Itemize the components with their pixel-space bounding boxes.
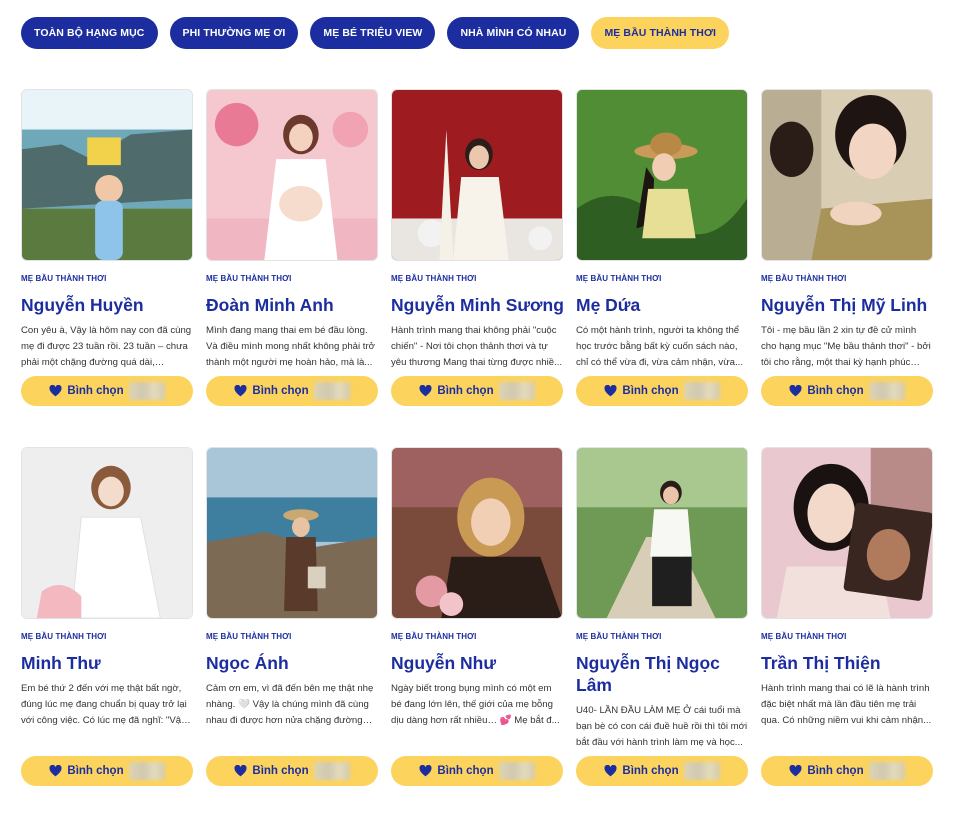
category-label: MẸ BẦU THÀNH THƠI bbox=[391, 274, 477, 283]
contestant-photo[interactable] bbox=[761, 89, 933, 261]
category-label: MẸ BẦU THÀNH THƠI bbox=[391, 632, 477, 641]
contestant-card: MẸ BẦU THÀNH THƠI Nguyễn Thị Mỹ Linh Tôi… bbox=[761, 89, 933, 425]
contestant-photo[interactable] bbox=[391, 447, 563, 619]
category-label: MẸ BẦU THÀNH THƠI bbox=[21, 632, 107, 641]
vote-count-blurred bbox=[683, 762, 720, 780]
contestant-card: MẸ BẦU THÀNH THƠI Nguyễn Minh Sương Hành… bbox=[391, 89, 566, 425]
heart-icon bbox=[49, 765, 62, 777]
contestant-photo[interactable] bbox=[21, 447, 193, 619]
contestant-description: Cảm ơn em, vì đã đến bên mẹ thật nhẹ nhà… bbox=[206, 683, 374, 726]
contestant-name[interactable]: Ngọc Ánh bbox=[206, 652, 381, 674]
contestant-card: MẸ BẦU THÀNH THƠI Trần Thị Thiện Hành tr… bbox=[761, 447, 936, 786]
vote-button[interactable]: Bình chọn bbox=[21, 376, 193, 406]
category-label: MẸ BẦU THÀNH THƠI bbox=[21, 274, 107, 283]
contestant-photo[interactable] bbox=[391, 89, 563, 261]
vote-button[interactable]: Bình chọn bbox=[391, 376, 563, 406]
category-label: MẸ BẦU THÀNH THƠI bbox=[576, 274, 662, 283]
contestant-name[interactable]: Mẹ Dứa bbox=[576, 294, 751, 316]
contestant-description: U40- LẦN ĐẦU LÀM MẸ Ở cái tuổi mà bạn bè… bbox=[576, 705, 748, 748]
category-label: MẸ BẦU THÀNH THƠI bbox=[206, 632, 292, 641]
contestant-grid: MẸ BẦU THÀNH THƠI Nguyễn Huyền Con yêu à… bbox=[21, 89, 936, 786]
contestant-photo[interactable] bbox=[206, 89, 378, 261]
vote-button[interactable]: Bình chọn bbox=[206, 756, 378, 786]
contestant-description: Hành trình mang thai không phải "cuộc ch… bbox=[391, 325, 563, 368]
contestant-photo[interactable] bbox=[576, 447, 748, 619]
contestant-description: Có một hành trình, người ta không thể họ… bbox=[576, 325, 743, 368]
vote-count-blurred bbox=[128, 762, 165, 780]
vote-label: Bình chọn bbox=[622, 385, 679, 397]
contestant-description: Hành trình mang thai có lẽ là hành trình… bbox=[761, 683, 932, 726]
heart-icon bbox=[49, 385, 62, 397]
tab-phi-thuong-me-oi[interactable]: PHI THƯỜNG MẸ ƠI bbox=[169, 17, 299, 49]
vote-count-blurred bbox=[498, 762, 535, 780]
vote-button[interactable]: Bình chọn bbox=[761, 376, 933, 406]
category-label: MẸ BẦU THÀNH THƠI bbox=[576, 632, 662, 641]
vote-label: Bình chọn bbox=[252, 385, 309, 397]
vote-button[interactable]: Bình chọn bbox=[391, 756, 563, 786]
contestant-description: Ngày biết trong bụng mình có một em bé đ… bbox=[391, 683, 560, 726]
vote-count-blurred bbox=[868, 382, 905, 400]
contestant-name[interactable]: Nguyễn Thị Mỹ Linh bbox=[761, 294, 936, 316]
contestant-card: MẸ BẦU THÀNH THƠI Nguyễn Huyền Con yêu à… bbox=[21, 89, 193, 425]
heart-icon bbox=[789, 765, 802, 777]
vote-button[interactable]: Bình chọn bbox=[576, 376, 748, 406]
contestant-card: MẸ BẦU THÀNH THƠI Nguyễn Như Ngày biết t… bbox=[391, 447, 566, 786]
vote-count-blurred bbox=[128, 382, 165, 400]
contestant-card: MẸ BẦU THÀNH THƠI Mẹ Dứa Có một hành trì… bbox=[576, 89, 748, 425]
category-label: MẸ BẦU THÀNH THƠI bbox=[206, 274, 292, 283]
contestant-name[interactable]: Minh Thư bbox=[21, 652, 196, 674]
vote-label: Bình chọn bbox=[807, 765, 864, 777]
category-label: MẸ BẦU THÀNH THƠI bbox=[761, 632, 847, 641]
contestant-card: MẸ BẦU THÀNH THƠI Minh Thư Em bé thứ 2 đ… bbox=[21, 447, 196, 786]
contestant-photo[interactable] bbox=[206, 447, 378, 619]
category-tabs: TOÀN BỘ HẠNG MỤC PHI THƯỜNG MẸ ƠI MẸ BÉ … bbox=[21, 17, 730, 49]
heart-icon bbox=[419, 765, 432, 777]
vote-label: Bình chọn bbox=[807, 385, 864, 397]
contestant-name[interactable]: Nguyễn Minh Sương bbox=[391, 294, 566, 316]
vote-button[interactable]: Bình chọn bbox=[21, 756, 193, 786]
tab-nha-minh-co-nhau[interactable]: NHÀ MÌNH CÓ NHAU bbox=[447, 17, 580, 49]
contestant-name[interactable]: Nguyễn Như bbox=[391, 652, 566, 674]
contestant-name[interactable]: Nguyễn Thị Ngọc Lâm bbox=[576, 652, 751, 696]
vote-button[interactable]: Bình chọn bbox=[576, 756, 748, 786]
contestant-description: Tôi - mẹ bầu lần 2 xin tự đề cử mình cho… bbox=[761, 325, 931, 368]
vote-label: Bình chọn bbox=[437, 385, 494, 397]
heart-icon bbox=[604, 385, 617, 397]
tab-me-bau-thanh-thoi[interactable]: MẸ BẦU THÀNH THƠI bbox=[591, 17, 730, 49]
contestant-description: Mình đang mang thai em bé đầu lòng. Và đ… bbox=[206, 325, 375, 368]
heart-icon bbox=[419, 385, 432, 397]
vote-label: Bình chọn bbox=[67, 765, 124, 777]
contestant-name[interactable]: Nguyễn Huyền bbox=[21, 294, 196, 316]
heart-icon bbox=[604, 765, 617, 777]
tab-me-be-trieu-view[interactable]: MẸ BÉ TRIỆU VIEW bbox=[310, 17, 436, 49]
contestant-photo[interactable] bbox=[21, 89, 193, 261]
category-label: MẸ BẦU THÀNH THƠI bbox=[761, 274, 847, 283]
contestant-photo[interactable] bbox=[761, 447, 933, 619]
vote-label: Bình chọn bbox=[67, 385, 124, 397]
heart-icon bbox=[234, 765, 247, 777]
vote-count-blurred bbox=[313, 382, 350, 400]
vote-button[interactable]: Bình chọn bbox=[761, 756, 933, 786]
contestant-description: Em bé thứ 2 đến với mẹ thật bất ngờ, đún… bbox=[21, 683, 187, 726]
vote-count-blurred bbox=[498, 382, 535, 400]
vote-label: Bình chọn bbox=[252, 765, 309, 777]
vote-button[interactable]: Bình chọn bbox=[206, 376, 378, 406]
vote-label: Bình chọn bbox=[622, 765, 679, 777]
heart-icon bbox=[789, 385, 802, 397]
vote-count-blurred bbox=[683, 382, 720, 400]
contestant-card: MẸ BẦU THÀNH THƠI Đoàn Minh Anh Mình đan… bbox=[206, 89, 378, 425]
heart-icon bbox=[234, 385, 247, 397]
contestant-name[interactable]: Đoàn Minh Anh bbox=[206, 294, 381, 316]
contestant-card: MẸ BẦU THÀNH THƠI Nguyễn Thị Ngọc Lâm U4… bbox=[576, 447, 751, 786]
contestant-name[interactable]: Trần Thị Thiện bbox=[761, 652, 936, 674]
contestant-card: MẸ BẦU THÀNH THƠI Ngọc Ánh Cảm ơn em, vì… bbox=[206, 447, 381, 786]
vote-label: Bình chọn bbox=[437, 765, 494, 777]
vote-count-blurred bbox=[313, 762, 350, 780]
contestant-description: Con yêu à, Vậy là hôm nay con đã cùng mẹ… bbox=[21, 325, 192, 368]
vote-count-blurred bbox=[868, 762, 905, 780]
contestant-photo[interactable] bbox=[576, 89, 748, 261]
tab-all-categories[interactable]: TOÀN BỘ HẠNG MỤC bbox=[21, 17, 158, 49]
